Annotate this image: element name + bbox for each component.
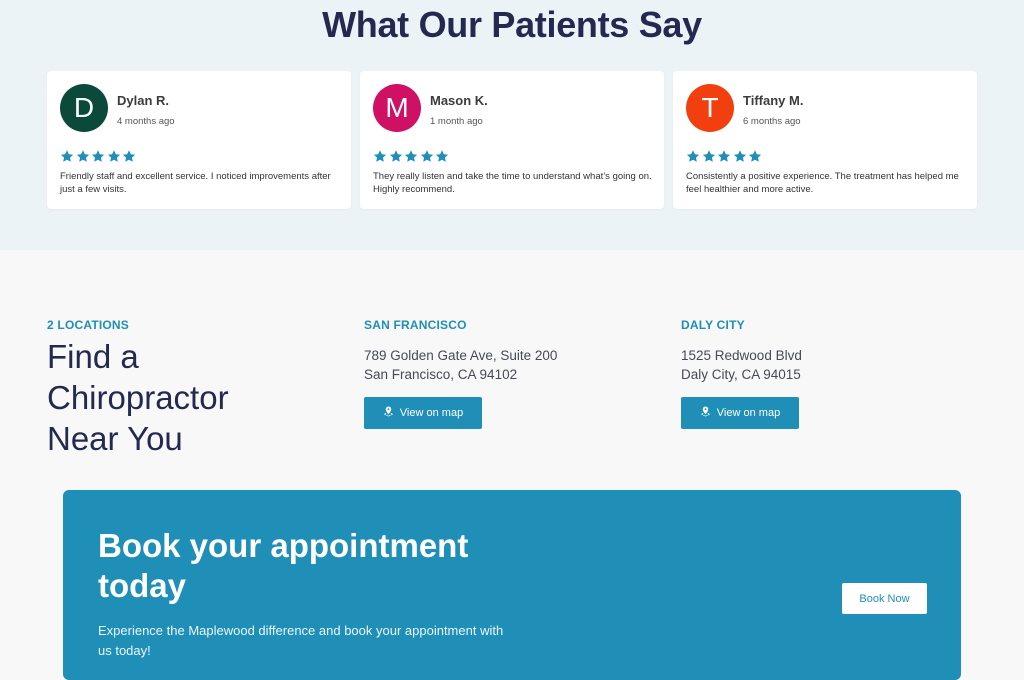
reviewer-name: Mason K.: [430, 93, 488, 108]
review-time: 1 month ago: [430, 116, 483, 127]
star-icon: [748, 150, 762, 162]
star-icon: [76, 150, 89, 162]
review-time: 4 months ago: [117, 116, 175, 127]
book-now-button[interactable]: Book Now: [842, 583, 927, 614]
review-card: M Mason K. 1 month ago They really liste…: [360, 71, 664, 209]
testimonials-section: What Our Patients Say D Dylan R. 4 month…: [0, 0, 1024, 250]
review-card: T Tiffany M. 6 months ago Consistently a…: [673, 71, 977, 209]
locations-eyebrow: 2 LOCATIONS: [47, 318, 129, 332]
location-address-line2: Daly City, CA 94015: [681, 367, 801, 382]
location-address-line1: 1525 Redwood Blvd: [681, 348, 802, 363]
star-icon: [686, 150, 700, 162]
star-icon: [420, 150, 433, 162]
star-icon: [122, 150, 136, 162]
review-text: They really listen and take the time to …: [373, 171, 652, 195]
review-time: 6 months ago: [743, 116, 801, 127]
location-city-daly-city: DALY CITY: [681, 318, 745, 332]
appointment-cta-banner: Book your appointment today Experience t…: [63, 490, 961, 680]
map-pin-icon: [700, 406, 711, 420]
map-pin-icon: [383, 406, 394, 420]
locations-title: Find a Chiropractor Near You: [47, 338, 229, 457]
star-rating: [373, 149, 449, 163]
location-address-line1: 789 Golden Gate Ave, Suite 200: [364, 348, 558, 363]
reviewer-name: Dylan R.: [117, 93, 170, 108]
view-on-map-label: View on map: [716, 407, 781, 419]
cta-title: Book your appointment today: [98, 527, 469, 604]
view-on-map-button[interactable]: View on map: [681, 397, 799, 429]
star-icon: [435, 150, 449, 162]
review-text: Friendly staff and excellent service. I …: [60, 171, 331, 195]
avatar: M: [373, 84, 421, 132]
star-icon: [373, 150, 387, 162]
star-icon: [717, 150, 731, 162]
location-city-san-francisco: SAN FRANCISCO: [364, 318, 467, 332]
star-icon: [733, 150, 746, 162]
view-on-map-button[interactable]: View on map: [364, 397, 482, 429]
star-rating: [686, 149, 762, 163]
avatar: D: [60, 84, 108, 132]
star-icon: [702, 150, 715, 162]
star-icon: [60, 150, 74, 162]
avatar: T: [686, 84, 734, 132]
star-icon: [91, 150, 105, 162]
view-on-map-label: View on map: [399, 407, 464, 419]
star-icon: [389, 150, 402, 162]
cta-subtitle: Experience the Maplewood difference and …: [98, 623, 504, 658]
location-address-line2: San Francisco, CA 94102: [364, 367, 518, 382]
testimonials-title: What Our Patients Say: [322, 4, 702, 45]
review-text: Consistently a positive experience. The …: [686, 171, 959, 195]
reviewer-name: Tiffany M.: [743, 93, 804, 108]
star-icon: [107, 150, 120, 162]
star-icon: [404, 150, 418, 162]
star-rating: [60, 149, 136, 163]
review-card: D Dylan R. 4 months ago Friendly staff a…: [47, 71, 351, 209]
